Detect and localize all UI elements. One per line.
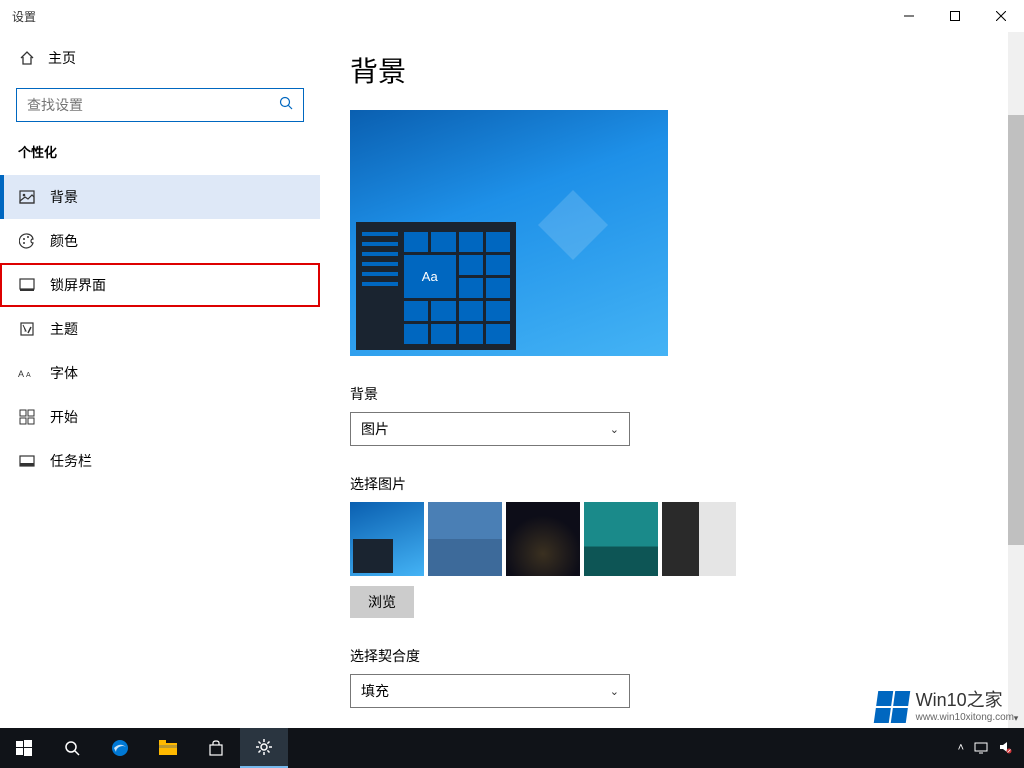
nav-item-start[interactable]: 开始	[0, 395, 320, 439]
browse-button[interactable]: 浏览	[350, 586, 414, 618]
tray-chevron-icon[interactable]: ˄	[958, 742, 964, 754]
window-title: 设置	[12, 8, 36, 25]
nav-item-label: 主题	[50, 319, 78, 339]
start-button[interactable]	[0, 728, 48, 768]
picture-thumb-5[interactable]	[662, 502, 736, 576]
taskbar-icon	[18, 452, 36, 470]
nav-item-taskbar[interactable]: 任务栏	[0, 439, 320, 483]
lockscreen-icon	[18, 276, 36, 294]
fit-dropdown[interactable]: 填充 ⌄	[350, 674, 630, 708]
nav-item-label: 开始	[50, 407, 78, 427]
search-taskbar-button[interactable]	[48, 728, 96, 768]
nav-item-lockscreen[interactable]: 锁屏界面	[0, 263, 320, 307]
network-icon[interactable]	[974, 740, 988, 757]
nav-item-label: 字体	[50, 363, 78, 383]
picture-thumb-1[interactable]	[350, 502, 424, 576]
chevron-down-icon: ⌄	[610, 685, 619, 698]
nav-item-label: 锁屏界面	[50, 275, 106, 295]
settings-taskbar-button[interactable]	[240, 728, 288, 768]
windows-logo-icon	[873, 691, 909, 723]
fit-dropdown-value: 填充	[361, 681, 389, 701]
nav-item-theme[interactable]: 主题	[0, 307, 320, 351]
windows-taskbar: ˄	[0, 728, 1024, 768]
nav-item-label: 背景	[50, 187, 78, 207]
start-icon	[18, 408, 36, 426]
main-panel: 背景 Aa 背景 图片 ⌄ 选择图片	[320, 32, 1024, 728]
svg-text:A: A	[26, 372, 31, 379]
explorer-button[interactable]	[144, 728, 192, 768]
category-title: 个性化	[0, 142, 320, 175]
svg-text:A: A	[18, 369, 24, 379]
picture-thumb-4[interactable]	[584, 502, 658, 576]
volume-icon[interactable]	[998, 740, 1012, 757]
choose-picture-label: 选择图片	[350, 474, 994, 494]
search-input[interactable]	[27, 97, 279, 113]
chevron-down-icon: ⌄	[610, 423, 619, 436]
scrollbar-thumb[interactable]	[1008, 115, 1024, 545]
nav-item-picture[interactable]: 背景	[0, 175, 320, 219]
picture-thumb-2[interactable]	[428, 502, 502, 576]
edge-button[interactable]	[96, 728, 144, 768]
home-link[interactable]: 主页	[0, 40, 320, 76]
palette-icon	[18, 232, 36, 250]
background-dropdown-value: 图片	[361, 419, 389, 439]
preview-sample-text: Aa	[404, 255, 456, 298]
store-button[interactable]	[192, 728, 240, 768]
watermark: Win10之家 www.win10xitong.com	[876, 690, 1014, 724]
nav-list: 背景颜色锁屏界面主题 AA 字体开始任务栏	[0, 175, 320, 483]
watermark-url: www.win10xitong.com	[916, 712, 1014, 724]
search-icon	[279, 96, 293, 115]
picture-thumb-3[interactable]	[506, 502, 580, 576]
search-input-wrapper[interactable]	[16, 88, 304, 122]
sidebar: 主页 个性化 背景颜色锁屏界面主题 AA 字体开始任务栏	[0, 32, 320, 728]
watermark-brand: Win10之家	[916, 690, 1014, 712]
minimize-button[interactable]	[886, 0, 932, 32]
home-icon	[18, 49, 36, 67]
home-label: 主页	[48, 48, 76, 68]
nav-item-font[interactable]: AA 字体	[0, 351, 320, 395]
page-title: 背景	[350, 50, 994, 90]
nav-item-palette[interactable]: 颜色	[0, 219, 320, 263]
picture-icon	[18, 188, 36, 206]
background-dropdown[interactable]: 图片 ⌄	[350, 412, 630, 446]
close-button[interactable]	[978, 0, 1024, 32]
picture-thumbnails	[350, 502, 994, 576]
fit-label: 选择契合度	[350, 646, 994, 666]
background-preview: Aa	[350, 110, 668, 356]
maximize-button[interactable]	[932, 0, 978, 32]
titlebar: 设置	[0, 0, 1024, 32]
font-icon: AA	[18, 364, 36, 382]
background-field-label: 背景	[350, 384, 994, 404]
theme-icon	[18, 320, 36, 338]
nav-item-label: 任务栏	[50, 451, 92, 471]
nav-item-label: 颜色	[50, 231, 78, 251]
